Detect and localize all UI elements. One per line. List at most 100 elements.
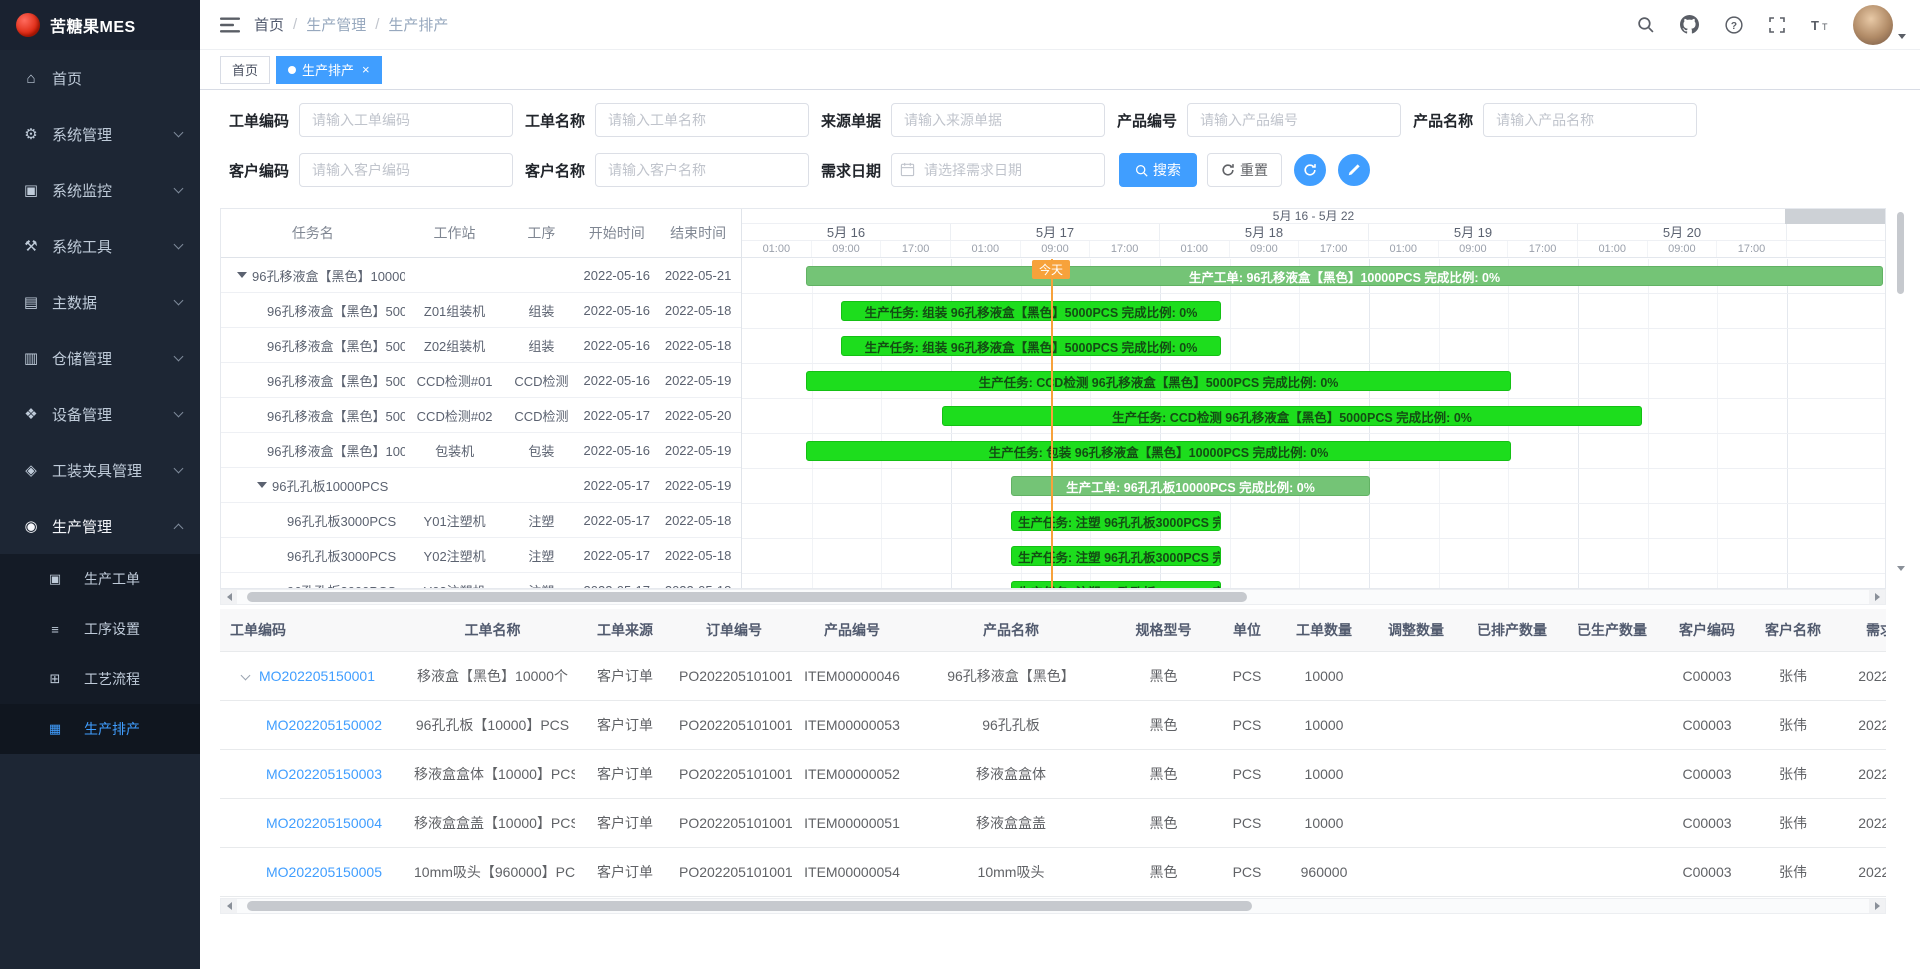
caret-down-icon <box>1898 34 1906 39</box>
table-row[interactable]: MO202205150004移液盒盒盖【10000】PCS客户订单PO20220… <box>220 798 1886 847</box>
gantt-grid-row[interactable]: 96孔移液盒【黑色】5000PCSZ02组装机组装2022-05-162022-… <box>221 328 741 363</box>
search-icon[interactable] <box>1637 16 1654 33</box>
sidebar-item-system-monitor[interactable]: ▣系统监控 <box>0 162 200 218</box>
tab-home[interactable]: 首页 <box>220 56 270 84</box>
edit-columns-button[interactable] <box>1338 154 1370 186</box>
question-icon[interactable]: ? <box>1725 16 1743 34</box>
gantt-grid-row[interactable]: 96孔孔板3000PCSY02注塑机注塑2022-05-172022-05-18 <box>221 538 741 573</box>
search-button[interactable]: 搜索 <box>1119 153 1197 187</box>
gantt-grid-row[interactable]: 96孔移液盒【黑色】5000PCSCCD检测#01CCD检测2022-05-16… <box>221 363 741 398</box>
sidebar-item-warehouse-mgmt[interactable]: ▥仓储管理 <box>0 330 200 386</box>
gantt-grid-row[interactable]: 96孔孔板3000PCSY01注塑机注塑2022-05-172022-05-18 <box>221 503 741 538</box>
sidebar-item-device-mgmt[interactable]: ❖设备管理 <box>0 386 200 442</box>
scrollbar-thumb[interactable] <box>247 901 1252 911</box>
demand-date-input[interactable] <box>891 153 1105 187</box>
workorder-name-input[interactable] <box>595 103 809 137</box>
gantt-grid-row[interactable]: 96孔移液盒【黑色】5000PCSZ01组装机组装2022-05-162022-… <box>221 293 741 328</box>
gantt-task-bar[interactable]: 生产任务: 注塑 96孔孔板3000PCS 完成比例: 0% <box>1011 546 1221 566</box>
refresh-circle-button[interactable] <box>1294 154 1326 186</box>
gantt-task-bar[interactable]: 生产任务: 组装 96孔移液盒【黑色】5000PCS 完成比例: 0% <box>841 336 1221 356</box>
avatar[interactable] <box>1853 5 1893 45</box>
gantt-order-bar[interactable]: 生产工单: 96孔移液盒【黑色】10000PCS 完成比例: 0% <box>806 266 1883 286</box>
table-horizontal-scrollbar[interactable] <box>220 898 1886 914</box>
tab-label: 首页 <box>232 60 258 79</box>
scroll-left-button[interactable] <box>221 899 237 913</box>
breadcrumb-item[interactable]: 首页 <box>254 14 284 35</box>
fullscreen-icon[interactable] <box>1769 17 1785 33</box>
row-line <box>742 328 1885 329</box>
hamburger-icon[interactable] <box>200 17 254 33</box>
gantt-grid-row[interactable]: 96孔孔板10000PCS2022-05-172022-05-19 <box>221 468 741 503</box>
table-row[interactable]: MO20220515000510mm吸头【960000】PCS客户订单PO202… <box>220 847 1886 896</box>
gantt-vertical-scrollbar[interactable] <box>1897 208 1905 589</box>
gantt-task-bar[interactable]: 生产任务: 包装 96孔移液盒【黑色】10000PCS 完成比例: 0% <box>806 441 1511 461</box>
github-icon[interactable] <box>1680 15 1699 34</box>
gantt-task-bar[interactable]: 生产任务: CCD检测 96孔移液盒【黑色】5000PCS 完成比例: 0% <box>806 371 1511 391</box>
product-code-input[interactable] <box>1187 103 1401 137</box>
workorder-link[interactable]: MO202205150004 <box>266 815 382 831</box>
table-row[interactable]: MO202205150001移液盒【黑色】10000个客户订单PO2022051… <box>220 651 1886 700</box>
sidebar-item-master-data[interactable]: ▤主数据 <box>0 274 200 330</box>
table-cell: PO202205101001 <box>675 847 793 896</box>
fixture-icon: ◈ <box>20 461 42 479</box>
table-cell: 移液盒盒盖 <box>911 798 1111 847</box>
gantt-task-name: 96孔孔板10000PCS <box>221 476 405 495</box>
table-cell: C00003 <box>1662 798 1752 847</box>
table-cell: ITEM00000046 <box>793 651 911 700</box>
scrollbar-thumb[interactable] <box>247 592 1247 602</box>
breadcrumb-item[interactable]: 生产管理 <box>306 14 366 35</box>
gantt-grid-row[interactable]: 96孔移液盒【黑色】5000PCSCCD检测#02CCD检测2022-05-17… <box>221 398 741 433</box>
sidebar-item-production-scheduling[interactable]: ▦生产排产 <box>0 704 200 754</box>
gantt-task-bar[interactable]: 生产任务: 注塑 96孔孔板3000PCS 完成比例: 0% <box>1011 511 1221 531</box>
product-name-input[interactable] <box>1483 103 1697 137</box>
gantt-grid-row[interactable]: 96孔移液盒【黑色】10000PCS2022-05-162022-05-21 <box>221 258 741 293</box>
table-row[interactable]: MO20220515000296孔孔板【10000】PCS客户订单PO20220… <box>220 700 1886 749</box>
tab-production-schedule[interactable]: 生产排产× <box>276 56 382 84</box>
gantt-task-bar[interactable]: 生产任务: 注塑 96孔孔板3000PCS 完成比例: 0% <box>1011 581 1221 588</box>
gantt-grid-row[interactable]: 96孔移液盒【黑色】10000PCS包装机包装2022-05-162022-05… <box>221 433 741 468</box>
reset-button[interactable]: 重置 <box>1207 153 1282 187</box>
app-logo[interactable]: 苦糖果MES <box>0 0 200 50</box>
workorder-link[interactable]: MO202205150001 <box>259 668 375 684</box>
table-cell <box>1370 749 1462 798</box>
row-expand-icon[interactable] <box>241 670 251 680</box>
scrollbar-track[interactable] <box>237 899 1869 913</box>
sidebar-item-production-workorder[interactable]: ▣生产工单 <box>0 554 200 604</box>
scrollbar-thumb[interactable] <box>1897 212 1904 294</box>
gantt-order-bar[interactable]: 生产工单: 96孔孔板10000PCS 完成比例: 0% <box>1011 476 1370 496</box>
sidebar-submenu: ▣生产工单≡工序设置⊞工艺流程▦生产排产 <box>0 554 200 754</box>
sidebar-item-craft-flow[interactable]: ⊞工艺流程 <box>0 654 200 704</box>
gantt-hour-label: 09:00 <box>1230 241 1300 257</box>
table-cell <box>1370 847 1462 896</box>
font-size-icon[interactable]: TT <box>1811 18 1831 32</box>
gantt-start-time: 2022-05-16 <box>578 443 655 458</box>
gantt-grid-row[interactable]: 96孔孔板3000PCSY03注塑机注塑2022-05-172022-05-18 <box>221 573 741 589</box>
user-menu[interactable] <box>1853 5 1920 45</box>
sidebar-item-fixture-mgmt[interactable]: ◈工装夹具管理 <box>0 442 200 498</box>
source-doc-input[interactable] <box>891 103 1105 137</box>
gantt-task-bar[interactable]: 生产任务: CCD检测 96孔移液盒【黑色】5000PCS 完成比例: 0% <box>942 406 1642 426</box>
workorder-link[interactable]: MO202205150002 <box>266 717 382 733</box>
sidebar-item-production-mgmt[interactable]: ◉生产管理 <box>0 498 200 554</box>
customer-name-input[interactable] <box>595 153 809 187</box>
scroll-left-button[interactable] <box>221 590 237 604</box>
tree-expand-icon[interactable] <box>257 482 267 488</box>
table-cell: 10000 <box>1278 749 1370 798</box>
gantt-horizontal-scrollbar[interactable] <box>220 589 1886 605</box>
scrollbar-track[interactable] <box>237 590 1869 604</box>
workorder-link[interactable]: MO202205150003 <box>266 766 382 782</box>
gantt-task-bar[interactable]: 生产任务: 组装 96孔移液盒【黑色】5000PCS 完成比例: 0% <box>841 301 1221 321</box>
sidebar-item-process-settings[interactable]: ≡工序设置 <box>0 604 200 654</box>
sidebar-item-system-mgmt[interactable]: ⚙系统管理 <box>0 106 200 162</box>
scroll-down-button[interactable] <box>1897 566 1905 571</box>
scroll-right-button[interactable] <box>1869 590 1885 604</box>
scroll-right-button[interactable] <box>1869 899 1885 913</box>
workorder-link[interactable]: MO202205150005 <box>266 864 382 880</box>
sidebar-item-system-tools[interactable]: ⚒系统工具 <box>0 218 200 274</box>
tree-expand-icon[interactable] <box>237 272 247 278</box>
table-row[interactable]: MO202205150003移液盒盒体【10000】PCS客户订单PO20220… <box>220 749 1886 798</box>
customer-code-input[interactable] <box>299 153 513 187</box>
close-icon[interactable]: × <box>362 63 370 76</box>
workorder-code-input[interactable] <box>299 103 513 137</box>
sidebar-item-home[interactable]: ⌂首页 <box>0 50 200 106</box>
